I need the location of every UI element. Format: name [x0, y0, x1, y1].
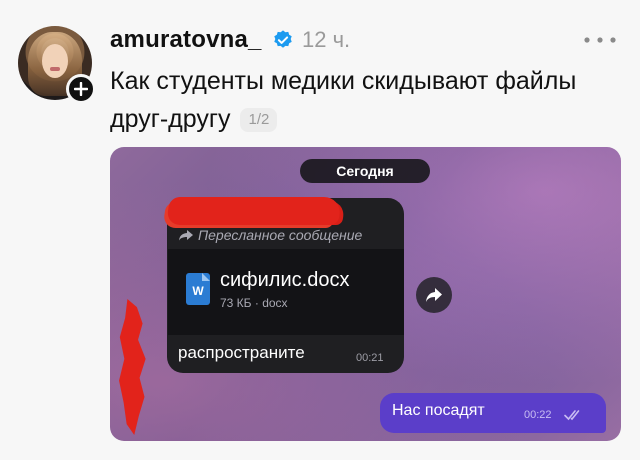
caption-text: Как студенты медики скидывают файлы друг… — [110, 67, 577, 133]
username[interactable]: amuratovna_ — [110, 26, 262, 54]
incoming-message-text: распространите — [178, 343, 305, 362]
post-caption: Как студенты медики скидывают файлы друг… — [110, 62, 620, 138]
avatar[interactable] — [18, 26, 96, 104]
post: amuratovna_ 12 ч. Как студенты медики ск… — [0, 0, 640, 460]
redaction-mark — [166, 197, 342, 225]
word-document-icon: W — [186, 273, 210, 305]
post-time: 12 ч. — [302, 27, 351, 52]
chat-screenshot[interactable]: Сегодня Пересланное сообщение W сифилис.… — [110, 147, 621, 441]
redaction-mark-left — [119, 299, 146, 435]
image-pager: 1/2 — [240, 108, 278, 133]
forwarded-label: Пересланное сообщение — [178, 227, 362, 243]
more-dots-icon[interactable] — [583, 36, 617, 44]
forward-arrow-icon — [179, 230, 193, 241]
share-button[interactable] — [416, 277, 452, 313]
date-divider: Сегодня — [300, 159, 430, 183]
file-name[interactable]: сифилис.docx — [220, 269, 349, 292]
file-meta: 73 КБ · docx — [220, 296, 288, 310]
double-check-icon — [564, 410, 580, 421]
follow-plus-icon[interactable] — [66, 74, 96, 104]
outgoing-message-time: 00:22 — [524, 409, 552, 421]
share-arrow-icon — [426, 288, 442, 302]
outgoing-message-text: Нас посадят — [392, 402, 485, 419]
incoming-message-time: 00:21 — [356, 352, 384, 364]
verified-icon — [274, 30, 292, 48]
